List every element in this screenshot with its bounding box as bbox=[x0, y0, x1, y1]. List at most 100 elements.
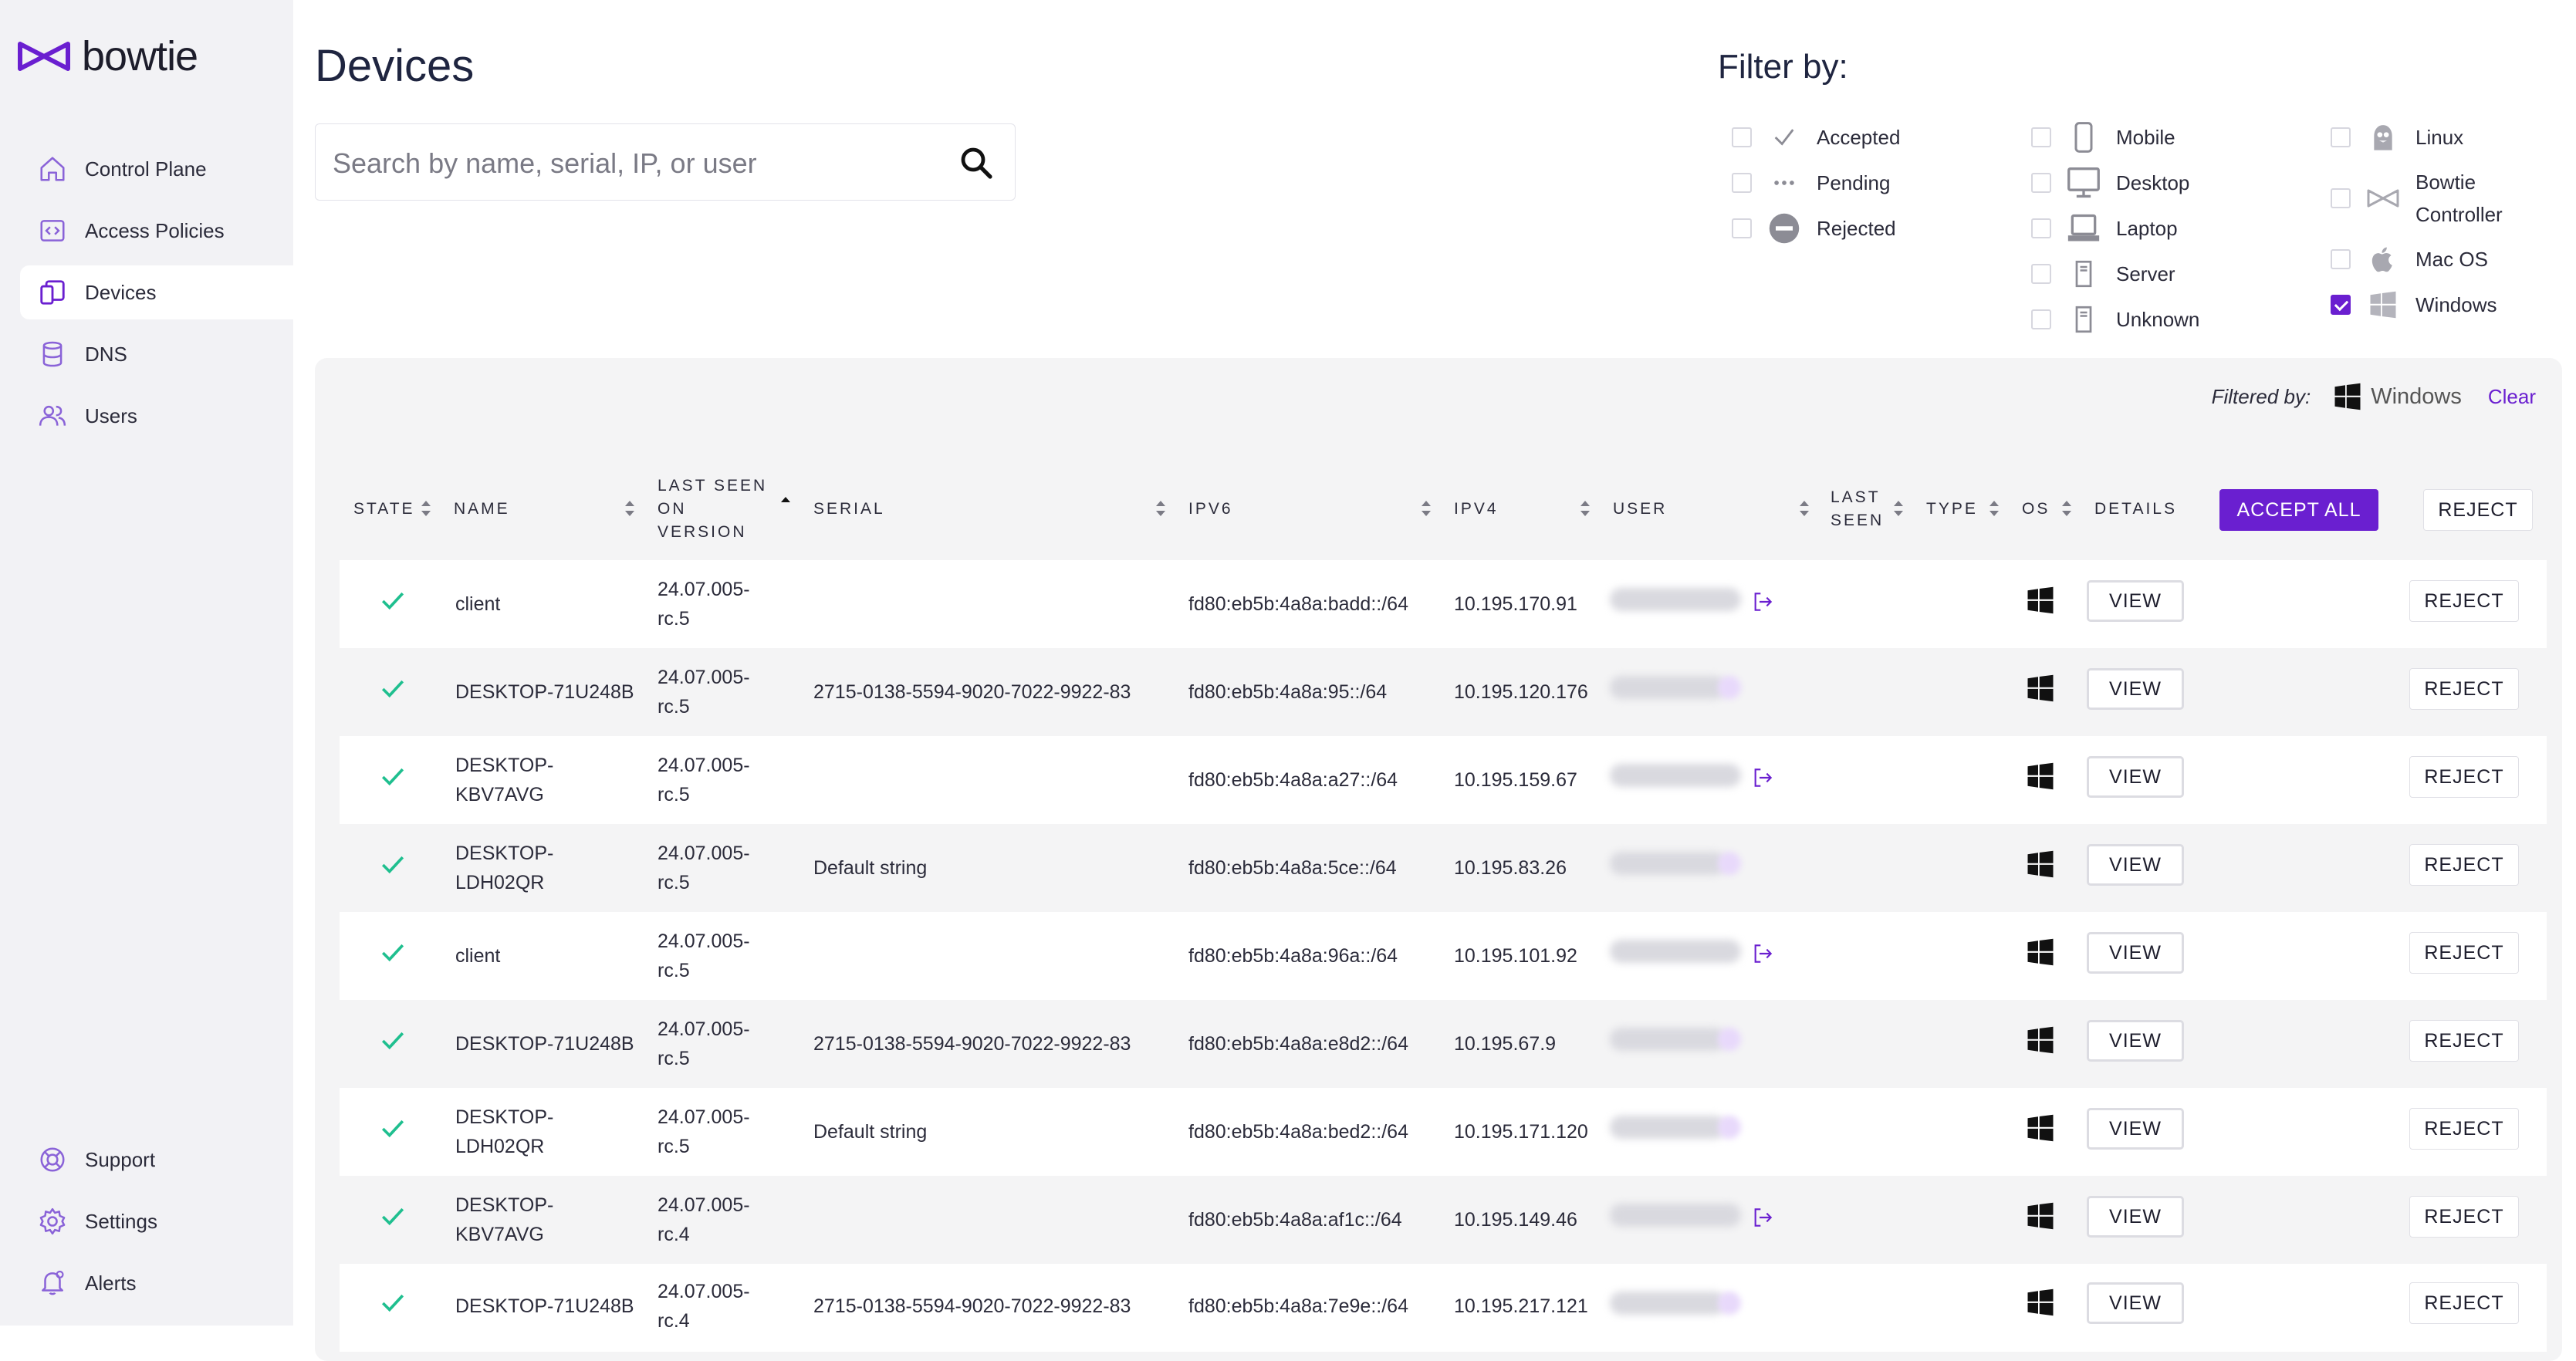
sort-icon[interactable] bbox=[1154, 498, 1167, 519]
view-button[interactable]: VIEW bbox=[2087, 1196, 2184, 1238]
checkbox[interactable] bbox=[2031, 309, 2051, 329]
filter-label: Mobile bbox=[2116, 126, 2175, 149]
checkbox[interactable] bbox=[2031, 264, 2051, 284]
reject-button[interactable]: REJECT bbox=[2409, 1020, 2519, 1062]
column-header-last-seen[interactable]: Last seen bbox=[1831, 486, 1884, 532]
checkbox[interactable] bbox=[2331, 188, 2351, 208]
sidebar-item-control-plane[interactable]: Control Plane bbox=[20, 142, 293, 196]
filter-unknown[interactable]: Unknown bbox=[2031, 302, 2199, 336]
filter-rejected[interactable]: Rejected bbox=[1732, 211, 1896, 245]
column-header-ipv6[interactable]: IPv6 bbox=[1188, 498, 1233, 521]
clear-filters-link[interactable]: Clear bbox=[2488, 385, 2536, 409]
accepted-check-icon bbox=[381, 592, 404, 610]
view-button[interactable]: VIEW bbox=[2087, 1282, 2184, 1324]
view-button[interactable]: VIEW bbox=[2087, 932, 2184, 974]
reject-button[interactable]: REJECT bbox=[2409, 844, 2519, 886]
sort-icon[interactable] bbox=[1988, 498, 2000, 519]
checkbox[interactable] bbox=[1732, 173, 1752, 193]
sort-icon[interactable] bbox=[1579, 498, 1591, 519]
reject-button[interactable]: REJECT bbox=[2409, 932, 2519, 974]
filter-pending[interactable]: Pending bbox=[1732, 166, 1890, 200]
column-header-os[interactable]: OS bbox=[2022, 498, 2050, 521]
checkbox[interactable] bbox=[2031, 218, 2051, 238]
sort-ascending-icon[interactable] bbox=[779, 494, 792, 515]
filter-label: Mac OS bbox=[2415, 248, 2488, 271]
filter-mobile[interactable]: Mobile bbox=[2031, 120, 2175, 154]
reject-button[interactable]: REJECT bbox=[2409, 1196, 2519, 1238]
sidebar-item-label: Control Plane bbox=[85, 157, 207, 181]
column-header-user[interactable]: User bbox=[1613, 498, 1667, 521]
filter-linux[interactable]: Linux bbox=[2331, 120, 2463, 154]
device-ipv4: 10.195.101.92 bbox=[1454, 945, 1577, 967]
sign-out-icon[interactable] bbox=[1750, 1205, 1775, 1230]
filter-windows[interactable]: Windows bbox=[2331, 288, 2497, 322]
device-version: 24.07.005- rc.5 bbox=[658, 575, 750, 633]
sort-icon[interactable] bbox=[624, 498, 636, 519]
filter-accepted[interactable]: Accepted bbox=[1732, 120, 1900, 154]
reject-all-button[interactable]: REJECT bbox=[2423, 489, 2533, 531]
sidebar-item-access-policies[interactable]: Access Policies bbox=[20, 204, 293, 258]
reject-button[interactable]: REJECT bbox=[2409, 1282, 2519, 1324]
checkbox[interactable] bbox=[1732, 218, 1752, 238]
filter-desktop[interactable]: Desktop bbox=[2031, 166, 2189, 200]
checkbox[interactable] bbox=[1732, 127, 1752, 147]
sort-icon[interactable] bbox=[1798, 498, 1810, 519]
search-input[interactable] bbox=[331, 140, 936, 187]
view-button[interactable]: VIEW bbox=[2087, 756, 2184, 798]
checkbox[interactable] bbox=[2031, 127, 2051, 147]
checkbox[interactable] bbox=[2331, 127, 2351, 147]
column-header-ipv4[interactable]: IPv4 bbox=[1454, 498, 1499, 521]
sidebar-item-support[interactable]: Support bbox=[20, 1133, 293, 1187]
sidebar-item-settings[interactable]: Settings bbox=[20, 1194, 293, 1248]
sort-icon[interactable] bbox=[1420, 498, 1432, 519]
column-header-serial[interactable]: Serial bbox=[813, 498, 885, 521]
sort-icon[interactable] bbox=[1892, 498, 1905, 519]
accept-all-button[interactable]: ACCEPT ALL bbox=[2219, 489, 2378, 531]
reject-button[interactable]: REJECT bbox=[2409, 580, 2519, 622]
sign-out-icon[interactable] bbox=[1750, 941, 1775, 966]
view-button[interactable]: VIEW bbox=[2087, 580, 2184, 622]
sort-icon[interactable] bbox=[2060, 498, 2073, 519]
view-button[interactable]: VIEW bbox=[2087, 1108, 2184, 1150]
view-button[interactable]: VIEW bbox=[2087, 844, 2184, 886]
version-line: rc.5 bbox=[658, 696, 690, 718]
user-redacted bbox=[1610, 764, 1741, 787]
checkbox-checked[interactable] bbox=[2331, 295, 2351, 315]
filter-bowtie-controller[interactable]: Bowtie Controller bbox=[2331, 166, 2503, 231]
reject-button[interactable]: REJECT bbox=[2409, 756, 2519, 798]
filter-mac-os[interactable]: Mac OS bbox=[2331, 242, 2488, 276]
column-header-line: on bbox=[658, 500, 687, 518]
sidebar-item-label: Support bbox=[85, 1147, 156, 1171]
sidebar-item-label: Users bbox=[85, 404, 137, 427]
search-icon[interactable] bbox=[958, 144, 995, 181]
sign-out-icon[interactable] bbox=[1750, 765, 1775, 790]
checkbox[interactable] bbox=[2331, 249, 2351, 269]
sidebar-item-label: Devices bbox=[85, 280, 157, 304]
checkbox[interactable] bbox=[2031, 173, 2051, 193]
windows-icon bbox=[2027, 762, 2054, 790]
bowtie-logo[interactable]: bowtie bbox=[17, 32, 198, 80]
column-header-last-seen-version[interactable]: Last seen on version bbox=[658, 474, 767, 544]
column-header-state[interactable]: State bbox=[353, 498, 415, 521]
reject-button[interactable]: REJECT bbox=[2409, 1108, 2519, 1150]
sort-icon[interactable] bbox=[420, 498, 432, 519]
filter-server[interactable]: Server bbox=[2031, 257, 2175, 291]
version-line: 24.07.005- bbox=[658, 1106, 750, 1128]
sidebar-item-devices[interactable]: Devices bbox=[20, 265, 293, 319]
windows-icon bbox=[2027, 1202, 2054, 1230]
filter-label: Rejected bbox=[1817, 217, 1896, 240]
sign-out-icon[interactable] bbox=[1750, 589, 1775, 614]
sidebar-item-dns[interactable]: DNS bbox=[20, 327, 293, 381]
view-button[interactable]: VIEW bbox=[2087, 668, 2184, 710]
column-header-name[interactable]: Name bbox=[454, 498, 510, 521]
sidebar-item-alerts[interactable]: Alerts bbox=[20, 1256, 293, 1310]
gear-icon bbox=[35, 1204, 69, 1238]
column-header-type[interactable]: Type bbox=[1926, 498, 1978, 521]
device-version: 24.07.005- rc.4 bbox=[658, 1277, 750, 1336]
view-button[interactable]: VIEW bbox=[2087, 1020, 2184, 1062]
filter-laptop[interactable]: Laptop bbox=[2031, 211, 2178, 245]
filter-label-line: Controller bbox=[2415, 203, 2503, 226]
reject-button[interactable]: REJECT bbox=[2409, 668, 2519, 710]
sidebar-item-users[interactable]: Users bbox=[20, 389, 293, 443]
brand-name: bowtie bbox=[82, 33, 198, 79]
